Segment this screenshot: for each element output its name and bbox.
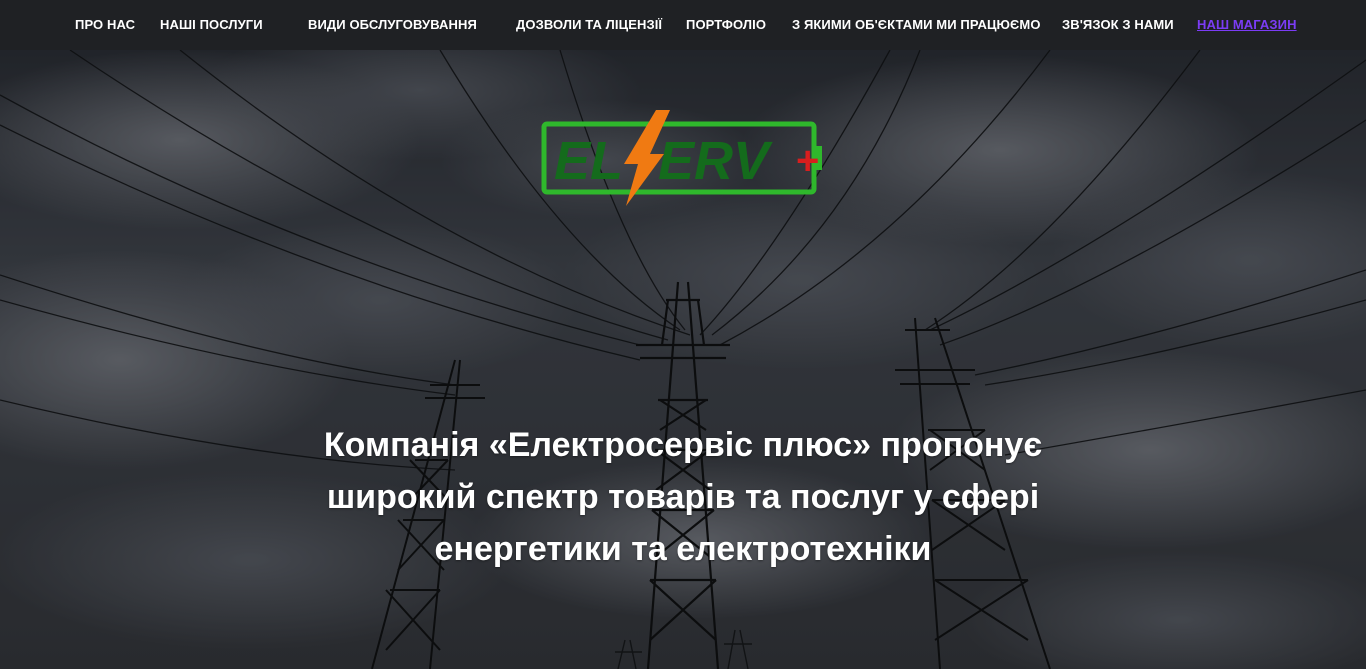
- hero-headline: Компанія «Електросервіс плюс» пропонує ш…: [323, 425, 1043, 568]
- logo-plus-sign: +: [796, 139, 819, 183]
- logo-graphic: EL ERV +: [541, 110, 822, 206]
- logo-text-erv: ERV: [658, 131, 773, 191]
- page: ПРО НАС НАШІ ПОСЛУГИ ВИДИ ОБСЛУГОВУВАННЯ…: [0, 0, 1366, 669]
- nav-item-service-types[interactable]: ВИДИ ОБСЛУГОВУВАННЯ: [308, 0, 477, 50]
- top-navigation: ПРО НАС НАШІ ПОСЛУГИ ВИДИ ОБСЛУГОВУВАННЯ…: [0, 0, 1366, 50]
- nav-item-portfolio[interactable]: ПОРТФОЛІО: [686, 0, 766, 50]
- nav-item-contact[interactable]: ЗВ'ЯЗОК З НАМИ: [1062, 0, 1174, 50]
- logo-text-el: EL: [554, 131, 623, 191]
- nav-item-shop[interactable]: НАШ МАГАЗИН: [1197, 0, 1297, 50]
- nav-item-services[interactable]: НАШІ ПОСЛУГИ: [160, 0, 263, 50]
- elserv-logo[interactable]: EL ERV +: [538, 106, 830, 210]
- nav-item-permits-licenses[interactable]: ДОЗВОЛИ ТА ЛІЦЕНЗІЇ: [516, 0, 662, 50]
- nav-item-objects[interactable]: З ЯКИМИ ОБ'ЄКТАМИ МИ ПРАЦЮЄМО: [792, 0, 1041, 50]
- nav-item-about[interactable]: ПРО НАС: [75, 0, 135, 50]
